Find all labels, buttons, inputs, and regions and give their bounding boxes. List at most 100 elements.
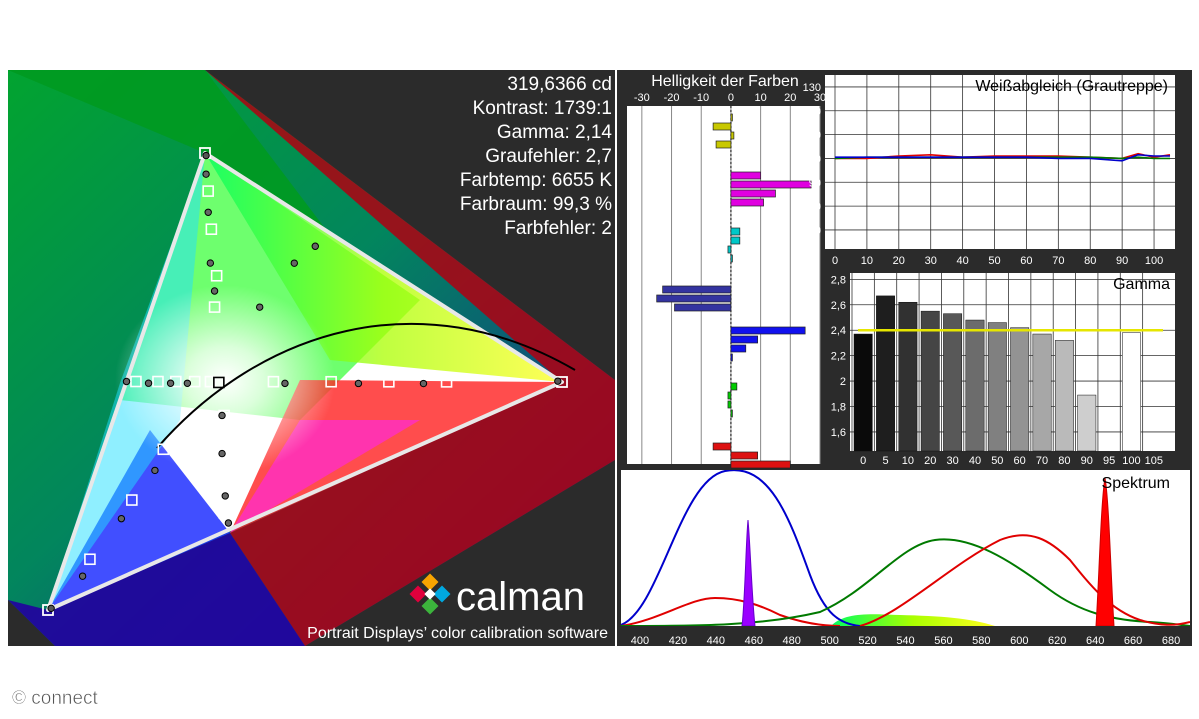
stat-gamut: Farbraum: 99,3 % [460, 194, 612, 215]
cie-measured-circle [206, 259, 215, 267]
spectrum-x-tick: 400 [631, 635, 649, 647]
cie-measured-circle [256, 303, 264, 311]
spectrum-x-tick: 640 [1086, 635, 1104, 647]
brightness-bar [730, 180, 812, 189]
gamma-bar [1054, 340, 1074, 452]
calman-tagline: Portrait Displays’ color calibration sof… [307, 625, 608, 642]
brightness-x-tick: 0 [728, 92, 734, 104]
brightness-bar [730, 131, 735, 140]
gamma-bar [943, 313, 963, 452]
brightness-bar [730, 335, 758, 344]
brightness-bar [730, 344, 747, 353]
wb-x-tick: 0 [832, 255, 838, 267]
gamma-x-tick: 105 [1145, 455, 1163, 467]
gamma-x-tick: 50 [991, 455, 1003, 467]
brightness-bar [730, 171, 761, 180]
wb-x-tick: 70 [1052, 255, 1064, 267]
copyright-text: © connect [12, 688, 99, 709]
cie-measured-circle [221, 492, 229, 500]
gamma-x-tick: 95 [1103, 455, 1115, 467]
wb-x-tick: 40 [956, 255, 968, 267]
gamma-x-tick: 30 [946, 455, 958, 467]
cie-measured-circle [183, 379, 192, 387]
brightness-bar [727, 400, 732, 409]
spectrum-x-tick: 540 [896, 635, 914, 647]
brightness-bar [662, 285, 732, 294]
wb-x-tick: 50 [988, 255, 1000, 267]
wb-y-tick: 110 [803, 130, 821, 142]
spectrum-x-tick: 560 [934, 635, 952, 647]
spectrum-x-tick: 500 [820, 635, 838, 647]
brightness-bar [730, 227, 741, 236]
brightness-bar [715, 140, 732, 149]
brightness-x-tick: -20 [664, 92, 680, 104]
spectrum-x-ticks: 400 420 440 460 480 500 520 540 560 580 600 620 640 6… [631, 635, 1180, 647]
cie-primary-measured [554, 377, 562, 385]
cie-measured-circle [117, 514, 126, 523]
wb-y-tick: 80 [809, 201, 821, 213]
spectrum-x-tick: 440 [707, 635, 725, 647]
brightness-bar [730, 236, 741, 245]
gamma-bar [1032, 333, 1052, 452]
brightness-bar [730, 198, 764, 207]
cie-measured-circle [210, 287, 219, 295]
gamma-x-tick: 40 [969, 455, 981, 467]
wb-y-tick: 100 [803, 153, 821, 165]
wb-x-tick: 30 [925, 255, 937, 267]
gamma-y-tick: 2 [840, 376, 846, 388]
wb-y-tick: 90 [809, 177, 821, 189]
stat-luminance: 319,6366 cd [507, 74, 612, 95]
brightness-bar [730, 353, 733, 362]
stat-gamma: Gamma: 2,14 [497, 122, 613, 143]
cie-measured-circle [204, 208, 212, 216]
cie-measured-circle [419, 379, 428, 388]
spectrum-x-tick: 460 [745, 635, 763, 647]
gamma-bar [876, 295, 895, 452]
cie-measured-circle [202, 170, 210, 178]
brightness-bar [730, 451, 758, 460]
cie-measured-circle [311, 242, 319, 250]
gamma-x-tick: 20 [924, 455, 936, 467]
wb-x-tick: 20 [893, 255, 905, 267]
gamma-y-tick: 1,8 [831, 402, 846, 414]
wb-y-tick: 70 [809, 225, 821, 237]
stat-grey-error: Graufehler: 2,7 [485, 146, 612, 167]
brightness-x-tick: 20 [784, 92, 796, 104]
cie-primary-measured [202, 151, 210, 160]
stat-color-temp: Farbtemp: 6655 K [460, 170, 612, 191]
brightness-bar [730, 189, 776, 198]
wb-x-tick: 100 [1145, 255, 1163, 267]
cie-measured-circle [218, 411, 226, 420]
gamma-bar [898, 301, 918, 452]
brightness-bar [730, 326, 806, 335]
spectrum-x-tick: 600 [1010, 635, 1028, 647]
brightness-plot-area [627, 106, 820, 464]
brightness-x-tick: -30 [634, 92, 650, 104]
spectrum-chart-title: Spektrum [1102, 475, 1170, 492]
gamma-x-tick: 80 [1058, 455, 1070, 467]
brightness-bar [712, 442, 732, 451]
wb-x-tick: 60 [1020, 255, 1032, 267]
brightness-bar [727, 391, 732, 400]
brightness-bar [712, 122, 732, 131]
gamma-bar [1122, 332, 1141, 452]
gamma-bar [920, 310, 940, 452]
spectrum-x-tick: 520 [858, 635, 876, 647]
spectrum-x-tick: 620 [1048, 635, 1066, 647]
brightness-x-tick: 10 [754, 92, 766, 104]
gamma-bar [1010, 327, 1030, 452]
brightness-bar [727, 245, 732, 254]
gamma-bar [853, 333, 873, 452]
gamma-y-tick: 2,8 [831, 274, 846, 286]
white-balance-chart: Weißabgleich (Grautreppe) 70809010011012… [803, 75, 1175, 267]
gamma-x-tick: 60 [1014, 455, 1026, 467]
brightness-bar [674, 303, 732, 312]
cie-panel: 319,6366 cd Kontrast: 1739:1 Gamma: 2,14… [8, 70, 615, 646]
spectrum-x-tick: 680 [1162, 635, 1180, 647]
spectrum-x-tick: 580 [972, 635, 990, 647]
gamma-bar [965, 319, 985, 452]
cie-measured-circle [354, 379, 363, 388]
cie-measured-circle [224, 519, 233, 527]
stat-color-error: Farbfehler: 2 [504, 218, 612, 239]
wb-x-tick: 10 [861, 255, 873, 267]
